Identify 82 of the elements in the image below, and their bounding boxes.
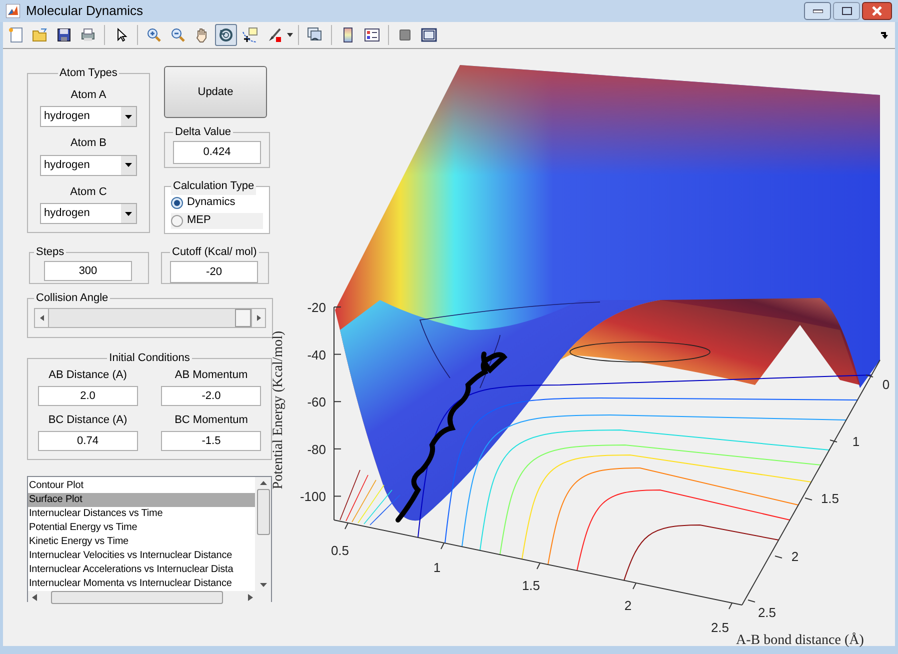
tick-label: -40: [307, 347, 326, 362]
dropdown-arrow-icon[interactable]: [125, 114, 132, 118]
right-arrow-icon[interactable]: [256, 314, 260, 320]
list-item[interactable]: Potential Energy vs Time: [28, 521, 255, 535]
tick-label: 1: [852, 434, 860, 449]
left-arrow-button[interactable]: [34, 308, 49, 328]
value-field[interactable]: -2.0: [161, 386, 262, 406]
list-item[interactable]: Kinetic Energy vs Time: [28, 535, 255, 549]
field-label: BC Distance (A): [48, 412, 128, 428]
value-field[interactable]: -1.5: [161, 430, 262, 450]
field-label: BC Momentum: [174, 412, 248, 428]
dropdown-arrow-icon[interactable]: [125, 212, 132, 216]
group-title: Initial Conditions: [108, 351, 191, 366]
radio-button[interactable]: [171, 214, 183, 226]
field-label: AB Distance (A): [48, 368, 127, 382]
field-label: Atom C: [69, 184, 108, 200]
left-arrow-icon[interactable]: [40, 314, 44, 320]
collision-angle-slider[interactable]: [49, 308, 251, 328]
horizontal-scrollbar[interactable]: [28, 591, 271, 604]
field-label: AB Momentum: [174, 368, 248, 382]
right-arrow-icon[interactable]: [248, 594, 253, 601]
group-title: Collision Angle: [35, 291, 110, 306]
dropdown-arrow-icon[interactable]: [125, 163, 132, 167]
atom-dropdown[interactable]: hydrogen: [40, 203, 137, 224]
tick-label: 2.5: [710, 620, 730, 635]
tick-label: -100: [300, 489, 326, 504]
atom-dropdown[interactable]: hydrogen: [40, 154, 137, 176]
window-title: Molecular Dynamics: [26, 2, 144, 20]
scroll-thumb[interactable]: [51, 591, 223, 604]
close-button[interactable]: [862, 2, 892, 20]
down-arrow-icon[interactable]: [260, 581, 266, 589]
plot-type-list[interactable]: [27, 476, 272, 602]
list-item[interactable]: Surface Plot: [28, 493, 255, 507]
tick-label: 2: [791, 549, 799, 564]
caret-icon[interactable]: [287, 33, 293, 37]
tick-label: 1.5: [522, 578, 540, 593]
steps-field[interactable]: 300: [44, 260, 132, 280]
delta-value-field[interactable]: 0.424: [173, 140, 261, 164]
radio-option[interactable]: MEP: [171, 212, 263, 228]
left-arrow-icon[interactable]: [32, 594, 37, 601]
rotate-icon[interactable]: [215, 24, 237, 46]
right-arrow-button[interactable]: [251, 308, 266, 328]
tick-label: 0: [882, 377, 890, 392]
tick-label: 2.5: [758, 605, 776, 620]
value-field[interactable]: 0.74: [38, 430, 138, 450]
list-item[interactable]: Contour Plot: [28, 479, 255, 493]
dock-arrow-icon[interactable]: [881, 31, 889, 39]
group-title: Cutoff (Kcal/ mol): [171, 245, 258, 260]
vertical-scrollbar[interactable]: [255, 477, 271, 591]
tick-label: -80: [307, 442, 326, 457]
radio-button[interactable]: [171, 196, 183, 208]
maximize-button[interactable]: [833, 2, 860, 20]
tick-label: -60: [307, 394, 326, 410]
group-title: Atom Types: [58, 66, 118, 81]
list-item[interactable]: Internuclear Accelerations vs Internuclear Dista: [28, 563, 255, 577]
atom-dropdown[interactable]: hydrogen: [40, 106, 137, 127]
group-title: Steps: [35, 245, 66, 260]
tick-label: 1.5: [820, 491, 840, 506]
maximize-icon[interactable]: [842, 7, 852, 15]
radio-option[interactable]: Dynamics: [171, 194, 263, 210]
group-title: Calculation Type: [171, 178, 256, 194]
minimize-icon[interactable]: [812, 9, 822, 13]
field-label: Atom B: [69, 136, 108, 151]
list-item[interactable]: Internuclear Momenta vs Internuclear Distance: [28, 577, 255, 591]
minimize-button[interactable]: [804, 2, 831, 20]
value-field[interactable]: 2.0: [38, 386, 138, 406]
scroll-thumb[interactable]: [256, 489, 270, 535]
update-button[interactable]: Update: [164, 66, 267, 118]
list-item[interactable]: Internuclear Distances vs Time: [28, 507, 255, 521]
group-title: Delta Value: [174, 125, 232, 140]
tick-label: -20: [307, 300, 326, 315]
tick-label: 2: [624, 598, 632, 613]
cutoff-field[interactable]: -20: [170, 260, 258, 282]
tick-label: 0.5: [330, 543, 350, 558]
app-logo-icon: [6, 4, 20, 18]
field-label: Atom A: [70, 88, 108, 102]
close-icon[interactable]: [871, 6, 883, 16]
list-item[interactable]: Internuclear Velocities vs Internuclear Distance: [28, 549, 255, 563]
axis-label: A-B bond distance (Å): [736, 633, 864, 648]
slider-thumb[interactable]: [235, 308, 251, 326]
tick-label: 1: [433, 560, 441, 575]
axis-label: Potential Energy (Kcal/mol): [271, 330, 286, 490]
